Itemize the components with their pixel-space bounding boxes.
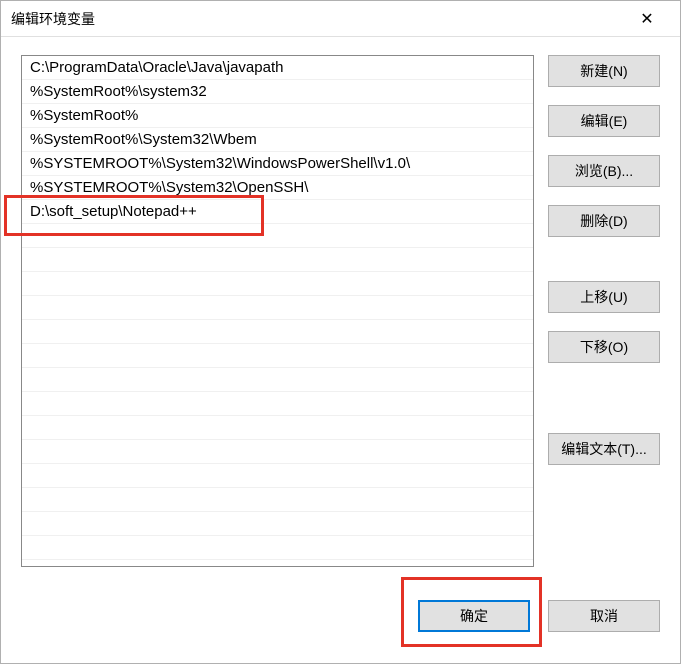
edit-text-button[interactable]: 编辑文本(T)... (548, 433, 660, 465)
env-var-dialog: 编辑环境变量 ✕ C:\ProgramData\Oracle\Java\java… (0, 0, 681, 664)
titlebar: 编辑环境变量 ✕ (1, 1, 680, 37)
edit-button[interactable]: 编辑(E) (548, 105, 660, 137)
list-item[interactable] (22, 368, 533, 392)
list-item[interactable] (22, 512, 533, 536)
list-item[interactable] (22, 416, 533, 440)
list-item[interactable] (22, 392, 533, 416)
list-item[interactable] (22, 224, 533, 248)
list-item[interactable] (22, 272, 533, 296)
new-button[interactable]: 新建(N) (548, 55, 660, 87)
list-item[interactable]: C:\ProgramData\Oracle\Java\javapath (22, 56, 533, 80)
path-listbox[interactable]: C:\ProgramData\Oracle\Java\javapath %Sys… (21, 55, 534, 567)
dialog-title: 编辑环境变量 (11, 9, 624, 29)
list-item[interactable] (22, 464, 533, 488)
list-item[interactable]: %SYSTEMROOT%\System32\OpenSSH\ (22, 176, 533, 200)
dialog-content: C:\ProgramData\Oracle\Java\javapath %Sys… (1, 37, 680, 587)
list-item[interactable]: %SystemRoot%\system32 (22, 80, 533, 104)
list-item[interactable] (22, 536, 533, 560)
list-item[interactable] (22, 344, 533, 368)
list-item[interactable]: D:\soft_setup\Notepad++ (22, 200, 533, 224)
browse-button[interactable]: 浏览(B)... (548, 155, 660, 187)
move-up-button[interactable]: 上移(U) (548, 281, 660, 313)
cancel-button[interactable]: 取消 (548, 600, 660, 632)
close-icon[interactable]: ✕ (624, 4, 670, 34)
ok-button[interactable]: 确定 (418, 600, 530, 632)
list-item[interactable]: %SYSTEMROOT%\System32\WindowsPowerShell\… (22, 152, 533, 176)
list-item[interactable] (22, 320, 533, 344)
list-item[interactable] (22, 440, 533, 464)
move-down-button[interactable]: 下移(O) (548, 331, 660, 363)
right-button-panel: 新建(N) 编辑(E) 浏览(B)... 删除(D) 上移(U) 下移(O) 编… (548, 55, 660, 575)
list-item[interactable]: %SystemRoot% (22, 104, 533, 128)
delete-button[interactable]: 删除(D) (548, 205, 660, 237)
list-item[interactable] (22, 248, 533, 272)
list-item[interactable] (22, 296, 533, 320)
list-item[interactable]: %SystemRoot%\System32\Wbem (22, 128, 533, 152)
dialog-footer: 确定 取消 (1, 587, 680, 663)
list-item[interactable] (22, 488, 533, 512)
